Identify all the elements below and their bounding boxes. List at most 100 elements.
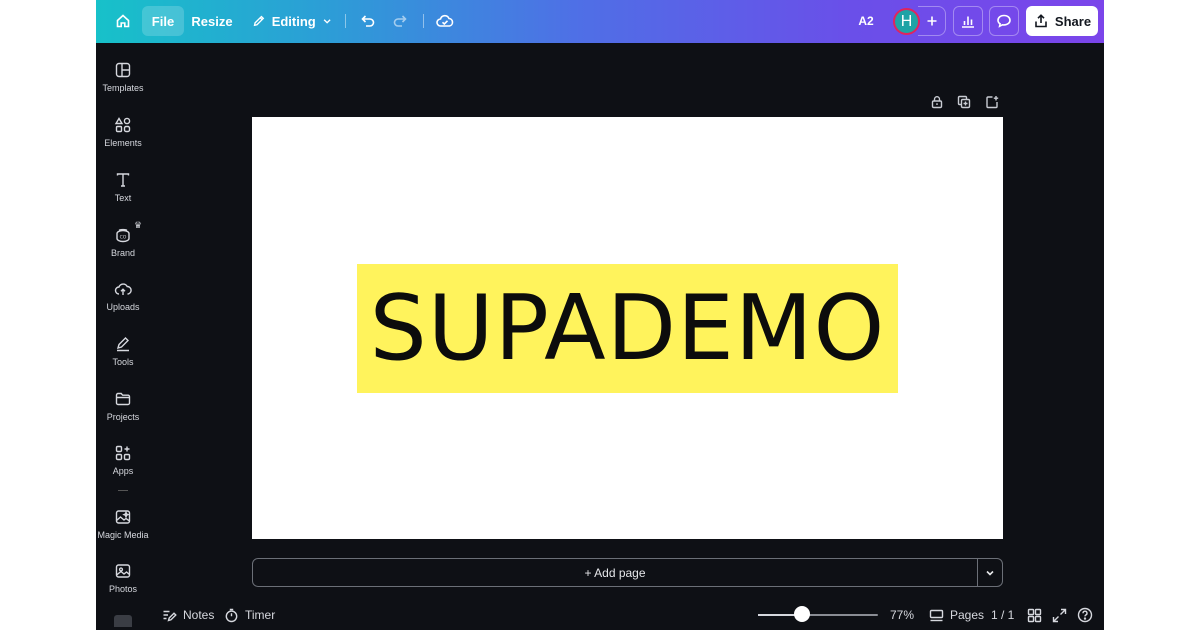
home-button[interactable] (110, 6, 136, 36)
zoom-slider-track[interactable] (758, 614, 878, 616)
share-label: Share (1054, 13, 1092, 29)
sidebar-item-brand[interactable]: ♛ CO Brand (96, 218, 150, 266)
duplicate-page-button[interactable] (957, 95, 973, 111)
timer-label: Timer (245, 608, 276, 622)
page-count: 1 / 1 (991, 604, 1014, 626)
presence-badge[interactable]: A2 (852, 6, 880, 36)
crown-icon: ♛ (134, 220, 143, 230)
add-page-button[interactable]: + Add page (253, 559, 977, 586)
pencil-icon (253, 15, 265, 27)
file-menu-label: File (151, 13, 175, 29)
plus-icon (927, 16, 936, 26)
brand-icon: CO (116, 228, 130, 243)
sidebar-more-item[interactable] (114, 615, 132, 627)
folder-icon (115, 392, 131, 406)
redo-icon (393, 15, 407, 27)
file-menu-button[interactable]: File (142, 6, 184, 36)
add-page-icon (986, 96, 999, 109)
text-icon (116, 173, 130, 187)
resize-button[interactable]: Resize (190, 6, 234, 36)
sidebar-divider (118, 490, 128, 491)
pages-icon (929, 609, 944, 621)
toolbar-divider (345, 14, 346, 28)
chevron-down-icon (986, 570, 994, 576)
notes-label: Notes (183, 608, 215, 622)
redo-button[interactable] (388, 6, 412, 36)
duplicate-icon (957, 95, 971, 109)
sidebar-item-projects[interactable]: Projects (96, 382, 150, 430)
grid-view-icon (1027, 608, 1042, 622)
user-avatar[interactable]: H (893, 8, 920, 35)
top-toolbar: File Resize Editing A2 H Share (96, 0, 1104, 43)
templates-icon (115, 62, 131, 78)
timer-button[interactable]: Timer (224, 604, 275, 626)
grid-view-button[interactable] (1027, 604, 1042, 626)
sidebar-item-label: Tools (112, 357, 134, 367)
pages-label: Pages (950, 608, 985, 622)
lock-icon (931, 96, 943, 109)
undo-icon (361, 15, 375, 27)
magic-media-icon (115, 510, 131, 524)
add-page-label: + Add page (584, 565, 646, 580)
sidebar-item-uploads[interactable]: Uploads (96, 272, 150, 320)
sidebar-item-label: Text (114, 193, 132, 203)
sidebar-item-text[interactable]: Text (96, 163, 150, 211)
cloud-upload-icon (114, 283, 132, 295)
sidebar-item-tools[interactable]: Tools (96, 327, 150, 375)
share-button[interactable]: Share (1026, 6, 1098, 36)
help-button[interactable] (1077, 604, 1093, 626)
sidebar-item-apps[interactable]: Apps (96, 436, 150, 484)
elements-icon (114, 117, 131, 133)
lock-page-button[interactable] (930, 95, 946, 111)
help-icon (1077, 607, 1093, 623)
side-panel-nav: Templates Elements Text ♛ CO Brand Uploa… (96, 43, 150, 630)
editing-mode-dropdown[interactable]: Editing (248, 6, 332, 36)
notes-icon (163, 610, 177, 622)
timer-icon (225, 608, 238, 622)
fullscreen-icon (1052, 608, 1067, 622)
headline-text-box[interactable]: SUPADEMO (357, 264, 898, 393)
insights-button[interactable] (953, 6, 983, 36)
speech-bubble-icon (997, 14, 1011, 28)
page-count-label: 1 / 1 (991, 608, 1015, 622)
chevron-down-icon (323, 19, 331, 24)
sidebar-item-magic-media[interactable]: Magic Media (96, 500, 150, 548)
apps-grid-icon (115, 445, 131, 461)
add-page-top-button[interactable] (985, 95, 1001, 111)
photos-icon (115, 564, 131, 578)
add-page-bar: + Add page (252, 558, 1003, 587)
design-page[interactable]: SUPADEMO (252, 117, 1003, 539)
zoom-slider-thumb[interactable] (794, 606, 811, 622)
sidebar-item-label: Photos (108, 584, 138, 594)
notes-button[interactable]: Notes (162, 604, 214, 626)
add-page-options-button[interactable] (977, 559, 1002, 586)
headline-text[interactable]: SUPADEMO (370, 283, 886, 374)
editor-app: File Resize Editing A2 H Share Templates… (96, 0, 1104, 630)
sidebar-item-label: Uploads (106, 302, 140, 312)
sidebar-item-label: Magic Media (97, 530, 149, 540)
sidebar-item-label: Apps (112, 466, 134, 476)
save-status-button[interactable] (432, 6, 458, 36)
add-collaborator-button[interactable] (918, 6, 946, 36)
tools-pen-icon (116, 337, 129, 352)
pages-button[interactable]: Pages (929, 604, 984, 626)
cloud-check-icon (436, 14, 454, 27)
sidebar-item-elements[interactable]: Elements (96, 108, 150, 156)
home-icon (116, 14, 130, 28)
zoom-level[interactable]: 77% (890, 604, 914, 626)
sidebar-item-label: Templates (102, 83, 144, 93)
sidebar-item-label: Projects (106, 412, 140, 422)
upload-share-icon (1035, 14, 1047, 28)
resize-label: Resize (191, 13, 233, 29)
fullscreen-button[interactable] (1052, 604, 1067, 626)
comments-button[interactable] (989, 6, 1019, 36)
sidebar-item-label: Elements (104, 138, 142, 148)
zoom-level-label: 77% (890, 608, 915, 622)
undo-button[interactable] (356, 6, 380, 36)
bar-chart-icon (962, 16, 974, 28)
sidebar-item-templates[interactable]: Templates (96, 53, 150, 101)
sidebar-item-photos[interactable]: Photos (96, 554, 150, 602)
avatar-initial: H (900, 12, 913, 30)
presence-badge-label: A2 (858, 14, 874, 28)
svg-text:CO: CO (120, 235, 127, 241)
